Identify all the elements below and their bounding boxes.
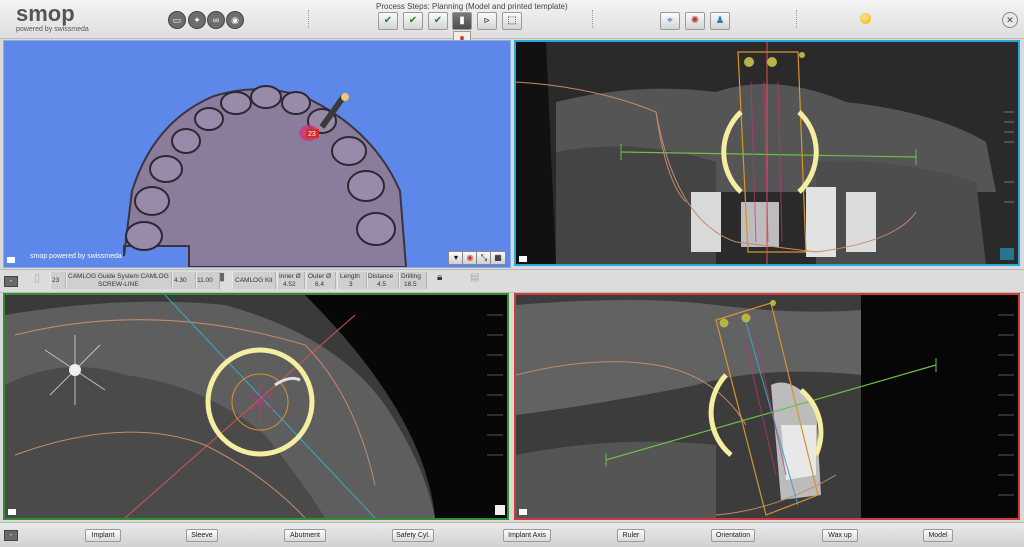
- implant-system: CAMLOG Guide System CAMLOG: [68, 273, 169, 280]
- collapse-bottom-button[interactable]: -: [4, 530, 18, 541]
- viewer-coronal[interactable]: [514, 40, 1020, 266]
- implant-line: SCREW-LINE: [98, 281, 139, 288]
- delete-icon[interactable]: ▤: [470, 273, 479, 283]
- separator: [592, 10, 595, 28]
- abutment-toggle-button[interactable]: Abutment: [284, 529, 326, 542]
- virus-icon[interactable]: ✺: [685, 12, 705, 30]
- orientation-toggle-button[interactable]: Orientation: [711, 529, 755, 542]
- monitor-icon[interactable]: ▭: [168, 11, 186, 29]
- logo-text: smop: [16, 1, 75, 26]
- drilling-value: 18.5: [404, 281, 417, 288]
- viewer-watermark: smop powered by swissmeda: [30, 253, 122, 260]
- kit-icon: ▮: [219, 271, 226, 283]
- implant-length: 11.00: [197, 277, 213, 284]
- export-step-icon[interactable]: ▹: [477, 12, 497, 30]
- close-icon[interactable]: ✕: [1002, 12, 1018, 28]
- viewer-axial[interactable]: [3, 293, 509, 520]
- implant-step-icon[interactable]: ▮: [452, 12, 472, 30]
- jaw-model: 23: [7, 85, 408, 267]
- implant-icon: ▯: [34, 272, 41, 284]
- coronal-ct-image: [516, 42, 1018, 264]
- implant-info-bar: - ▯ 23 CAMLOG Guide System CAMLOG SCREW-…: [0, 269, 1024, 293]
- sleeve-toggle-button[interactable]: Sleeve: [186, 529, 218, 542]
- status-indicator-icon: [860, 13, 871, 24]
- implant-position: 23: [52, 277, 60, 284]
- length-value: 3: [349, 281, 353, 288]
- safety-cyl-toggle-button[interactable]: Safety Cyl.: [392, 529, 434, 542]
- lightbulb-icon[interactable]: ✦: [188, 11, 206, 29]
- sagittal-ct-image: [516, 295, 1018, 518]
- viewer-sagittal[interactable]: [514, 293, 1020, 520]
- check-scan-icon[interactable]: ✔: [378, 12, 398, 30]
- camera-icon[interactable]: ◉: [226, 11, 244, 29]
- implant-toggle-button[interactable]: Implant: [85, 529, 121, 542]
- inner-value: 4.52: [283, 281, 296, 288]
- process-steps-title: Process Steps: Planning (Model and print…: [376, 2, 568, 11]
- logo-subtitle: powered by swissmeda: [16, 26, 89, 33]
- drilling-label: Drilling: [401, 273, 421, 280]
- kit-name: CAMLOG Kit: [235, 277, 273, 284]
- ruler-toggle-button[interactable]: Ruler: [617, 529, 645, 542]
- glasses-icon[interactable]: ∞: [207, 11, 225, 29]
- separator: [308, 10, 311, 28]
- implant-diameter: 4.30: [174, 277, 187, 284]
- check-model-icon[interactable]: ✔: [403, 12, 423, 30]
- toolbar: smop powered by swissmeda ▭ ✦ ∞ ◉ Proces…: [0, 0, 1024, 47]
- model-toggle-button[interactable]: Model: [923, 529, 953, 542]
- wax-up-toggle-button[interactable]: Wax up: [822, 529, 858, 542]
- distance-value: 4.5: [377, 281, 387, 288]
- check-teeth-icon[interactable]: ✔: [428, 12, 448, 30]
- tooth-icon[interactable]: ♟: [710, 12, 730, 30]
- viewer-3d[interactable]: 23 smop powered by swissmeda ▾ ◉ ⤡ ▦: [3, 40, 511, 268]
- length-label: Length: [340, 273, 360, 280]
- axial-ct-image: [5, 295, 507, 518]
- separator: [796, 10, 799, 28]
- template-step-icon[interactable]: ⬚: [502, 12, 522, 30]
- svg-text:23: 23: [308, 131, 316, 138]
- app-logo: smop powered by swissmeda: [16, 2, 89, 34]
- inner-label: Inner Ø: [279, 273, 301, 280]
- film-icon[interactable]: ▦: [490, 251, 506, 265]
- lock-icon[interactable]: 🔒︎: [437, 273, 442, 283]
- implant-axis-toggle-button[interactable]: Implant Axis: [503, 529, 551, 542]
- distance-label: Distance: [368, 273, 394, 280]
- crosshair-icon[interactable]: ⌖: [660, 12, 680, 30]
- outer-value: 6.4: [315, 281, 325, 288]
- outer-label: Outer Ø: [308, 273, 332, 280]
- visibility-toolbar: - Implant Sleeve Abutment Safety Cyl. Im…: [0, 522, 1024, 547]
- collapse-button[interactable]: -: [4, 276, 18, 287]
